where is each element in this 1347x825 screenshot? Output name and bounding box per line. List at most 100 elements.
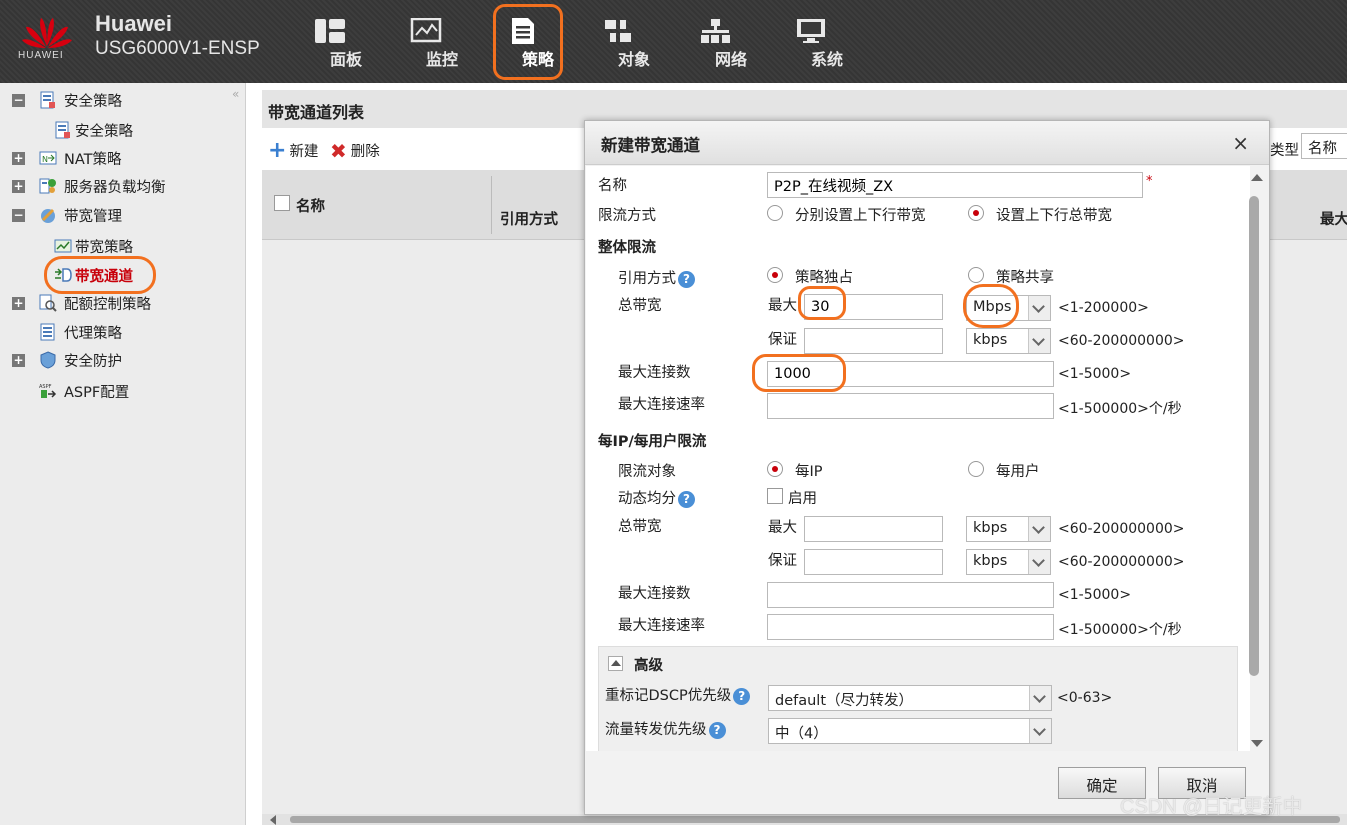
nav-network[interactable]: 网络 (685, 18, 747, 69)
sidebar-item-label: 安全策略 (64, 93, 122, 110)
limit-target-label: 限流对象 (618, 464, 676, 480)
dialog-vertical-scrollbar[interactable] (1248, 174, 1266, 749)
per-ip-max-conn-input[interactable] (767, 582, 1054, 608)
overall-max-bw-input[interactable] (804, 294, 943, 320)
overall-max-label: 最大 (768, 298, 797, 314)
column-name-header[interactable]: 名称 (296, 195, 325, 216)
ref-mode-exclusive-radio[interactable] (767, 267, 783, 283)
nav-monitor[interactable]: 监控 (396, 18, 458, 69)
unit-value: kbps (973, 332, 1008, 348)
help-icon[interactable]: ? (678, 490, 695, 508)
sidebar-item-aspf[interactable]: ASPF ASPF配置 (39, 379, 129, 403)
bandwidth-channel-icon (55, 268, 72, 282)
nav-object[interactable]: 对象 (588, 18, 650, 69)
collapse-icon[interactable]: − (12, 93, 25, 107)
scroll-thumb[interactable] (1249, 196, 1259, 676)
help-icon[interactable]: ? (733, 687, 751, 705)
chevron-down-icon (1029, 719, 1051, 743)
per-ip-guar-range: <60-200000000> (1058, 554, 1185, 570)
collapse-sidebar-icon[interactable]: « (232, 87, 239, 101)
sidebar-item-bandwidth-policy[interactable]: 带宽策略 (54, 234, 133, 258)
filter-type-label: 类型 (1270, 143, 1299, 159)
sidebar-item-security-protection[interactable]: + 安全防护 (12, 348, 122, 372)
sidebar-item-security-policy-group[interactable]: − 安全策略 (12, 88, 122, 112)
sidebar-item-server-lb[interactable]: + 服务器负载均衡 (12, 174, 166, 198)
nav-dashboard[interactable]: 面板 (300, 18, 362, 69)
server-load-balance-icon (39, 178, 56, 194)
limit-mode-label: 限流方式 (598, 208, 656, 224)
advanced-section[interactable]: 高级 (634, 654, 663, 675)
column-max-header[interactable]: 最大 (1320, 208, 1347, 229)
sidebar-item-nat-policy[interactable]: + N NAT策略 (12, 146, 122, 170)
scroll-down-icon[interactable] (1251, 740, 1263, 747)
sidebar-item-quota-control[interactable]: + 配额控制策略 (12, 291, 151, 315)
help-icon[interactable]: ? (678, 270, 695, 288)
close-icon[interactable]: × (1232, 131, 1249, 155)
per-ip-max-unit-select[interactable]: kbps (966, 516, 1051, 542)
delete-button[interactable]: ✖ 删除 (330, 140, 380, 161)
expand-icon[interactable]: + (12, 179, 25, 193)
forward-priority-value: 中（4） (775, 726, 828, 742)
collapse-icon[interactable]: − (12, 208, 25, 222)
scroll-left-icon[interactable] (270, 815, 276, 825)
overall-max-conn-input[interactable] (767, 361, 1054, 387)
forward-priority-select[interactable]: 中（4） (768, 718, 1052, 744)
overall-limit-section: 整体限流 (598, 240, 656, 256)
new-bandwidth-channel-dialog: 新建带宽通道 × 名称 * 限流方式 分别设置上下行带宽 设置上下行总带宽 整体… (584, 120, 1270, 815)
per-ip-guar-bw-input[interactable] (804, 549, 943, 575)
limit-target-per-user-label: 每用户 (996, 464, 1040, 480)
limit-target-per-ip-radio[interactable] (767, 461, 783, 477)
shield-icon (40, 351, 56, 369)
svg-text:ASPF: ASPF (39, 384, 52, 390)
security-policy-icon (55, 121, 70, 139)
sidebar-item-proxy-policy[interactable]: 代理策略 (39, 320, 122, 344)
nav-policy[interactable]: 策略 (492, 18, 554, 69)
overall-guar-unit-select[interactable]: kbps (966, 328, 1051, 354)
expand-icon[interactable]: + (12, 151, 25, 165)
per-ip-guar-unit-select[interactable]: kbps (966, 549, 1051, 575)
ref-mode-text: 引用方式 (618, 271, 676, 287)
sidebar-item-label: 带宽通道 (75, 268, 133, 285)
quota-control-icon (39, 294, 57, 312)
per-ip-max-rate-label: 最大连接速率 (618, 618, 705, 634)
nav-system[interactable]: 系统 (781, 18, 843, 69)
monitor-icon (410, 18, 442, 43)
limit-target-per-user-radio[interactable] (968, 461, 984, 477)
dynamic-share-checkbox[interactable] (767, 488, 783, 504)
name-input[interactable] (767, 172, 1143, 198)
dialog-title: 新建带宽通道 (585, 121, 1269, 165)
column-ref-header[interactable]: 引用方式 (500, 208, 558, 229)
select-all-checkbox[interactable] (274, 195, 290, 211)
limit-mode-total-radio[interactable] (968, 205, 984, 221)
overall-max-unit-select[interactable]: Mbps (966, 295, 1051, 321)
chevron-down-icon (1028, 329, 1050, 353)
scroll-up-icon[interactable] (1251, 174, 1263, 181)
sidebar-item-bandwidth-mgmt[interactable]: − 带宽管理 (12, 203, 122, 227)
collapse-advanced-icon[interactable] (608, 656, 623, 671)
filter-type-select[interactable]: 名称 (1301, 133, 1347, 159)
new-button[interactable]: + 新建 (268, 139, 318, 161)
dashboard-icon (315, 19, 345, 43)
per-ip-max-bw-input[interactable] (804, 516, 943, 542)
sidebar-item-bandwidth-channel[interactable]: 带宽通道 (54, 263, 133, 287)
sidebar-item-security-policy[interactable]: 安全策略 (54, 118, 133, 142)
dscp-select[interactable]: default（尽力转发） (768, 685, 1052, 711)
name-label: 名称 (598, 178, 627, 194)
sidebar-item-label: 代理策略 (64, 325, 122, 342)
dynamic-share-enable-label: 启用 (788, 491, 817, 507)
overall-max-range: <1-200000> (1058, 300, 1149, 316)
overall-guar-bw-input[interactable] (804, 328, 943, 354)
sidebar-item-label: ASPF配置 (64, 384, 130, 401)
help-icon[interactable]: ? (708, 721, 726, 739)
expand-icon[interactable]: + (12, 296, 25, 310)
per-ip-guar-label: 保证 (768, 553, 797, 569)
overall-max-rate-input[interactable] (767, 393, 1054, 419)
expand-icon[interactable]: + (12, 353, 25, 367)
dscp-value: default（尽力转发） (775, 693, 914, 709)
nav-label: 策略 (522, 50, 555, 69)
overall-max-conn-range: <1-5000> (1058, 366, 1132, 382)
limit-mode-separate-radio[interactable] (767, 205, 783, 221)
ref-mode-shared-radio[interactable] (968, 267, 984, 283)
required-mark: * (1146, 174, 1153, 189)
per-ip-max-rate-input[interactable] (767, 614, 1054, 640)
